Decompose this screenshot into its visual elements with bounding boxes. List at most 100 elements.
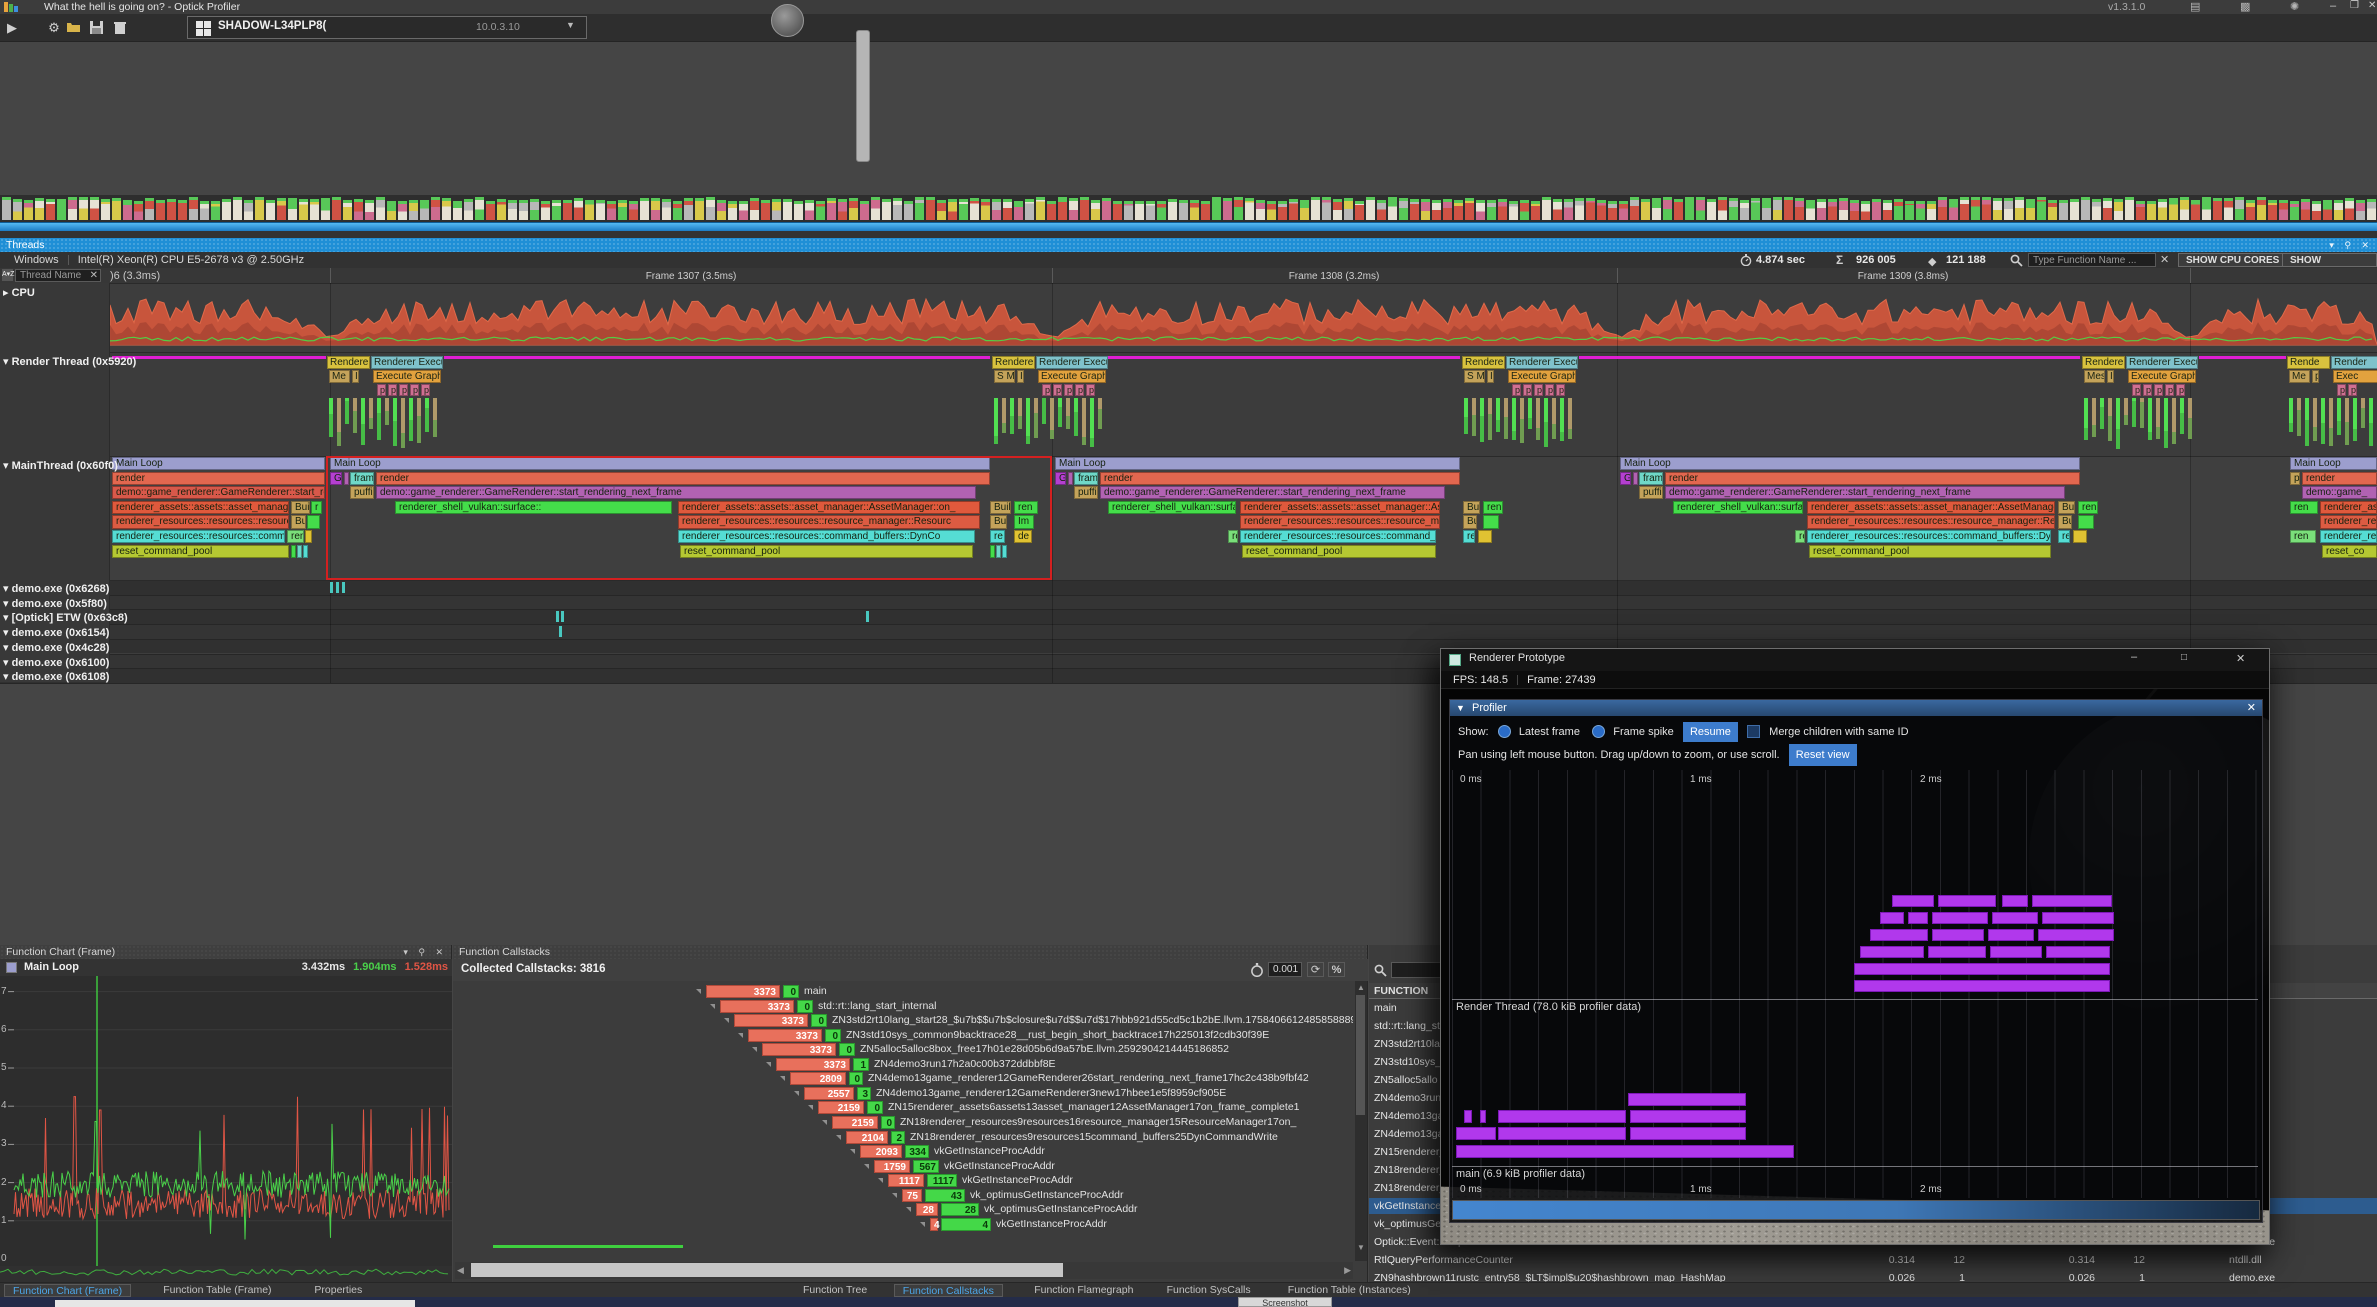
timeline-block[interactable]: renderer_resources::resources::command_b…	[112, 530, 285, 543]
frame-bar[interactable]	[2070, 199, 2079, 220]
render-thread-block[interactable]: p	[1075, 384, 1084, 396]
frame-bar[interactable]	[376, 197, 385, 220]
frame-bar[interactable]	[431, 197, 440, 220]
expander-icon[interactable]	[766, 1062, 771, 1067]
frame-bar[interactable]	[178, 200, 187, 220]
render-thread-block[interactable]: p	[410, 384, 419, 396]
render-thread-block[interactable]: Execute Graph	[373, 370, 441, 383]
frame-bar[interactable]	[1487, 200, 1496, 220]
frame-bar[interactable]	[1718, 197, 1727, 220]
frame-bar[interactable]	[1388, 197, 1397, 220]
timeline-block[interactable]: Bu	[1463, 515, 1477, 528]
reset-view-button[interactable]: Reset view	[1789, 744, 1857, 766]
feedback-icon[interactable]: ▩	[2240, 0, 2250, 13]
frame-bar[interactable]	[1036, 197, 1045, 220]
frame-bar[interactable]	[2334, 200, 2343, 220]
profiler-event-bar[interactable]	[2042, 912, 2114, 924]
frame-bar[interactable]	[1432, 200, 1441, 220]
frame-bar[interactable]	[1575, 198, 1584, 220]
thread-row-label[interactable]: ▾ demo.exe (0x5f80)	[3, 597, 107, 610]
timeline-block[interactable]: reset_command_pool	[1809, 545, 2051, 558]
frame-bar[interactable]	[1619, 201, 1628, 220]
start-capture-button[interactable]: ▶	[2, 17, 22, 38]
thread-row-label[interactable]: ▾ Render Thread (0x5920)	[3, 355, 136, 368]
refresh-icon[interactable]: ⟳	[1307, 962, 1324, 977]
timeline-block[interactable]: renderer_assets::assets::asset_manager::…	[1807, 501, 2055, 514]
frame-bar[interactable]	[1883, 200, 1892, 220]
timeline-block[interactable]: reset_command_pool	[1242, 545, 1436, 558]
frame-bar[interactable]	[2136, 201, 2145, 220]
renderer-minimize-button[interactable]: –	[2131, 651, 2137, 663]
frame-bar[interactable]	[2169, 198, 2178, 220]
profiler-event-bar[interactable]	[1628, 1093, 1746, 1106]
frame-bar[interactable]	[288, 198, 297, 220]
frame-bar[interactable]	[57, 199, 66, 220]
host-dropdown-chevron-icon[interactable]: ▼	[566, 20, 575, 30]
thread-row-label[interactable]: ▸ CPU	[3, 286, 35, 299]
render-thread-block[interactable]: Renderer Execute Gr	[371, 356, 443, 369]
frame-bar[interactable]	[156, 200, 165, 220]
timeline-block[interactable]: r	[311, 501, 322, 514]
timeline-block[interactable]	[303, 545, 308, 558]
frame-bar[interactable]	[2323, 200, 2332, 220]
close-button[interactable]: ✕	[2368, 0, 2376, 11]
profiler-event-bar[interactable]	[1990, 946, 2042, 958]
frame-bar[interactable]	[464, 199, 473, 220]
tab-function-syscalls[interactable]: Function SysCalls	[1159, 1284, 1259, 1297]
frame-bar[interactable]	[585, 200, 594, 220]
frame-bar[interactable]	[409, 200, 418, 220]
expander-icon[interactable]	[906, 1207, 911, 1212]
frame-bar[interactable]	[1212, 197, 1221, 220]
timeline-block[interactable]: GPU	[1055, 472, 1066, 485]
timeline-block[interactable]: Main Loop	[1620, 457, 2080, 470]
frame-bar[interactable]	[1993, 198, 2002, 220]
frame-bar[interactable]	[321, 198, 330, 220]
frame-bar[interactable]	[453, 201, 462, 220]
frame-bar[interactable]	[1091, 200, 1100, 220]
profiler-event-bar[interactable]	[2038, 929, 2114, 941]
profiler-event-bar[interactable]	[1932, 929, 1984, 941]
expander-icon[interactable]	[780, 1076, 785, 1081]
profiler-event-bar[interactable]	[1630, 1110, 1746, 1123]
timeline-block[interactable]	[297, 545, 302, 558]
frame-bar[interactable]	[310, 199, 319, 220]
frame-bar[interactable]	[1476, 200, 1485, 220]
timeline-block[interactable]: Buil	[1463, 501, 1480, 514]
frame-bar[interactable]	[1157, 201, 1166, 220]
render-thread-block[interactable]: p	[1534, 384, 1543, 396]
render-thread-block[interactable]: I	[352, 370, 359, 383]
frame-bar[interactable]	[1333, 199, 1342, 220]
render-thread-block[interactable]: p	[399, 384, 408, 396]
render-thread-block[interactable]: S Mesh	[1464, 370, 1485, 383]
profiler-event-bar[interactable]	[1464, 1110, 1472, 1123]
frame-bar[interactable]	[1410, 199, 1419, 220]
profiler-event-bar[interactable]	[2002, 895, 2028, 907]
frame-bar[interactable]	[640, 198, 649, 220]
frame-bar[interactable]	[2202, 197, 2211, 220]
frame-bar[interactable]	[266, 200, 275, 220]
frame-bar[interactable]	[2180, 197, 2189, 220]
frame-bar[interactable]	[552, 200, 561, 220]
thread-row-label[interactable]: ▾ [Optick] ETW (0x63c8)	[3, 611, 128, 624]
percent-toggle[interactable]: %	[1328, 962, 1345, 977]
timeline-block[interactable]: ren	[2290, 530, 2316, 543]
frame-bar[interactable]	[2059, 200, 2068, 220]
frame-bar[interactable]	[1927, 201, 1936, 220]
frame-bar[interactable]	[2103, 198, 2112, 220]
frame-bar[interactable]	[2081, 197, 2090, 220]
frame-bar[interactable]	[1080, 197, 1089, 220]
frame-bar[interactable]	[772, 199, 781, 220]
latest-frame-radio[interactable]	[1498, 725, 1511, 738]
frame-bar[interactable]	[1344, 198, 1353, 220]
frame-bar[interactable]	[563, 200, 572, 220]
timeline-block[interactable]: render	[112, 472, 325, 485]
frame-bar[interactable]	[2114, 199, 2123, 220]
frame-bar[interactable]	[1058, 197, 1067, 220]
frame-bar[interactable]	[662, 199, 671, 220]
profiler-event-bar[interactable]	[1892, 895, 1934, 907]
render-thread-block[interactable]: Execute Graph	[2128, 370, 2196, 383]
frame-bar[interactable]	[805, 200, 814, 220]
frame-bar[interactable]	[2213, 198, 2222, 220]
frame-bar[interactable]	[706, 197, 715, 220]
frame-bar[interactable]	[200, 201, 209, 220]
